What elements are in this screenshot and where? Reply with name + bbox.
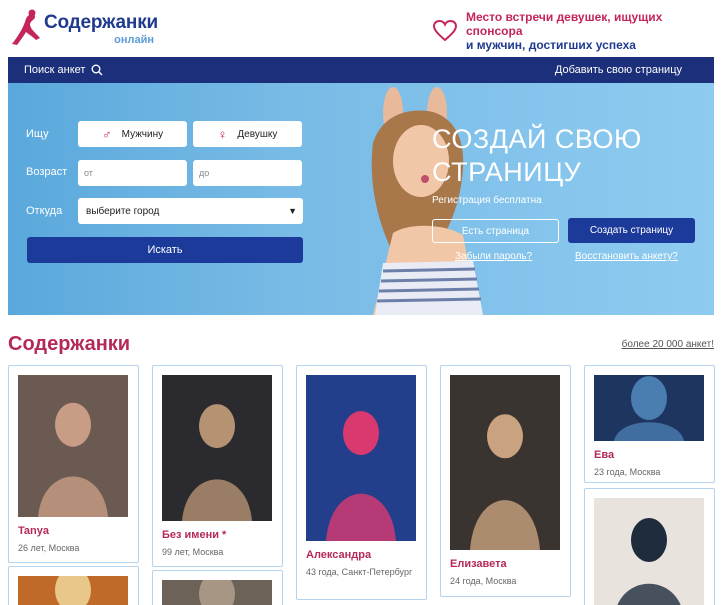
profile-photo (306, 375, 416, 541)
profile-card-partial[interactable] (152, 570, 283, 605)
city-select-value: выберите город (86, 205, 160, 217)
logo-text: Содержанки онлайн (44, 8, 158, 48)
male-symbol-icon: ♂ (101, 126, 112, 142)
profile-name: Ева (594, 449, 615, 461)
age-from-input[interactable] (78, 160, 187, 186)
create-page-button[interactable]: Создать страницу (568, 218, 695, 243)
profile-photo-image (162, 580, 272, 605)
profile-card[interactable]: Ева 23 года, Москва (584, 365, 715, 483)
age-label: Возраст (26, 166, 68, 178)
profile-photo (162, 580, 272, 605)
profile-card-partial[interactable] (584, 488, 715, 605)
chevron-down-icon: ▼ (288, 206, 297, 216)
site-logo[interactable]: Содержанки онлайн (8, 8, 158, 48)
female-symbol-icon: ♀ (217, 126, 228, 142)
profile-photo-image (450, 375, 560, 550)
profile-card-partial[interactable] (8, 566, 139, 605)
profile-name: Без имени * (162, 529, 227, 541)
forgot-password-link[interactable]: Забыли пароль? (455, 251, 532, 262)
age-from-field[interactable] (78, 160, 187, 186)
profile-name: Tanya (18, 525, 49, 537)
search-profiles-link[interactable]: Поиск анкет (24, 64, 103, 76)
profile-card[interactable]: Tanya 26 лет, Москва (8, 365, 139, 563)
profile-photo (594, 498, 704, 605)
search-profiles-label: Поиск анкет (24, 64, 86, 76)
profile-meta: 24 года, Москва (450, 576, 517, 586)
female-option-label: Девушку (237, 128, 278, 140)
profile-photo (18, 375, 128, 517)
profile-name: Александра (306, 549, 372, 561)
profile-photo-image (18, 375, 128, 517)
profile-meta: 26 лет, Москва (18, 543, 80, 553)
profile-photo-image (594, 375, 704, 441)
profile-photo (594, 375, 704, 441)
profile-card[interactable]: Александра 43 года, Санкт-Петербург (296, 365, 427, 600)
hero-banner: Ищу ♂ Мужчину ♀ Девушку Возраст Откуда в… (8, 83, 714, 315)
profile-meta: 99 лет, Москва (162, 547, 224, 557)
female-option-button[interactable]: ♀ Девушку (193, 121, 302, 147)
search-button[interactable]: Искать (27, 237, 303, 263)
more-profiles-link[interactable]: более 20 000 анкет! (622, 339, 714, 350)
top-navbar: Поиск анкет Добавить свою страницу (8, 57, 714, 83)
tagline-line-1: Место встречи девушек, ищущих спонсора (465, 10, 663, 38)
tagline: Место встречи девушек, ищущих спонсора и… (432, 10, 722, 52)
header: Содержанки онлайн Место встречи девушек,… (0, 0, 722, 57)
profile-photo (162, 375, 272, 521)
profile-card[interactable]: Без имени * 99 лет, Москва (152, 365, 283, 567)
restore-profile-link[interactable]: Восстановить анкету? (575, 251, 678, 262)
seek-label: Ищу (26, 128, 49, 140)
add-page-link[interactable]: Добавить свою страницу (555, 64, 682, 76)
logo-main-text: Содержанки (44, 12, 158, 33)
male-option-label: Мужчину (121, 128, 164, 140)
city-select[interactable]: выберите город ▼ (78, 198, 303, 224)
cta-title: СОЗДАЙ СВОЮ СТРАНИЦУ (432, 124, 642, 187)
section-title: Содержанки (8, 333, 131, 355)
profile-photo (450, 375, 560, 550)
profile-card[interactable]: Елизавета 24 года, Москва (440, 365, 571, 597)
heart-icon (432, 20, 457, 42)
profile-name: Елизавета (450, 558, 507, 570)
profile-meta: 23 года, Москва (594, 467, 661, 477)
age-to-input[interactable] (193, 160, 302, 186)
cta-subtitle: Регистрация бесплатна (432, 195, 542, 206)
profile-photo-image (18, 576, 128, 605)
profile-photo-image (162, 375, 272, 521)
profile-photo-image (306, 375, 416, 541)
logo-silhouette-icon (12, 9, 40, 45)
profile-meta: 43 года, Санкт-Петербург (306, 567, 413, 577)
profile-photo (18, 576, 128, 605)
tagline-line-2: и мужчин, достигших успеха (465, 38, 636, 52)
male-option-button[interactable]: ♂ Мужчину (78, 121, 187, 147)
have-page-button[interactable]: Есть страница (432, 219, 559, 243)
logo-sub-text: онлайн (114, 34, 154, 46)
search-icon (91, 64, 103, 76)
profile-photo-image (594, 498, 704, 605)
age-to-field[interactable] (193, 160, 302, 186)
from-label: Откуда (26, 205, 63, 217)
